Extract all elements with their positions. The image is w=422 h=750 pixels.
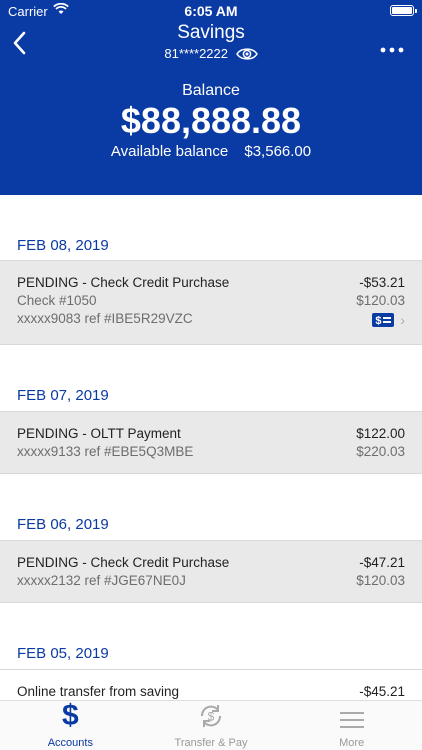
tab-more[interactable]: More bbox=[281, 701, 422, 750]
transaction-description: PENDING - Check Credit Purchase bbox=[17, 275, 230, 290]
transaction-description: PENDING - Check Credit Purchase bbox=[17, 555, 230, 570]
check-image-icon[interactable]: $ bbox=[372, 313, 395, 327]
transaction-row[interactable]: Online transfer from saving -$45.21 bbox=[0, 670, 422, 700]
date-header: FEB 05, 2019 bbox=[0, 603, 422, 670]
tab-label: Accounts bbox=[47, 737, 93, 749]
date-header: FEB 08, 2019 bbox=[0, 195, 422, 261]
transaction-amount: -$45.21 bbox=[359, 684, 405, 699]
eye-icon[interactable] bbox=[235, 46, 258, 65]
balance-amount: $88,888.88 bbox=[120, 100, 302, 141]
transaction-list[interactable]: FEB 08, 2019 PENDING - Check Credit Purc… bbox=[0, 195, 422, 700]
chevron-right-icon: › bbox=[400, 312, 405, 328]
available-balance-amount: $3,566.00 bbox=[244, 143, 312, 160]
transaction-row[interactable]: PENDING - Check Credit Purchase -$53.21 … bbox=[0, 261, 422, 345]
menu-icon bbox=[339, 712, 364, 728]
tab-label: Transfer & Pay bbox=[174, 737, 248, 749]
battery-icon bbox=[390, 5, 417, 16]
running-balance: $120.03 bbox=[356, 573, 405, 588]
available-balance: Available balance $3,566.00 bbox=[0, 143, 422, 160]
balance-label: Balance bbox=[182, 82, 240, 99]
tab-bar: $ Accounts $ Transfer & Pay More bbox=[0, 700, 422, 750]
transaction-reference: xxxxx2132 ref #JGE67NE0J bbox=[17, 573, 186, 588]
account-header: Carrier 6:05 AM Savings 81****2222 Balan… bbox=[0, 0, 422, 195]
transfer-icon: $ bbox=[200, 705, 222, 727]
status-time: 6:05 AM bbox=[184, 3, 238, 19]
transaction-amount: -$47.21 bbox=[359, 555, 405, 570]
running-balance: $120.03 bbox=[356, 293, 405, 308]
tab-transfer-pay[interactable]: $ Transfer & Pay bbox=[141, 701, 282, 750]
tab-label: More bbox=[339, 737, 365, 749]
check-number: Check #1050 bbox=[17, 293, 97, 308]
transaction-reference: xxxxx9133 ref #EBE5Q3MBE bbox=[17, 444, 194, 459]
transaction-reference: xxxxx9083 ref #IBE5R29VZC bbox=[17, 311, 193, 326]
page-title: Savings bbox=[177, 22, 245, 43]
transaction-description: PENDING - OLTT Payment bbox=[17, 426, 181, 441]
running-balance: $220.03 bbox=[356, 444, 405, 459]
status-bar: Carrier 6:05 AM bbox=[0, 0, 422, 22]
transaction-description: Online transfer from saving bbox=[17, 684, 180, 699]
date-header: FEB 07, 2019 bbox=[0, 345, 422, 412]
transaction-row[interactable]: PENDING - Check Credit Purchase -$47.21 … bbox=[0, 541, 422, 603]
date-header: FEB 06, 2019 bbox=[0, 474, 422, 541]
transaction-amount: -$53.21 bbox=[359, 275, 405, 290]
tab-accounts[interactable]: $ Accounts bbox=[0, 701, 141, 750]
svg-text:$: $ bbox=[208, 710, 215, 724]
transaction-row[interactable]: PENDING - OLTT Payment $122.00 xxxxx9133… bbox=[0, 412, 422, 474]
available-balance-label: Available balance bbox=[110, 143, 229, 160]
account-number-row: 81****2222 bbox=[0, 46, 422, 65]
transaction-amount: $122.00 bbox=[356, 426, 405, 441]
dollar-icon: $ bbox=[61, 699, 79, 732]
ellipsis-icon bbox=[380, 47, 404, 53]
account-number: 81****2222 bbox=[164, 46, 228, 61]
more-options-button[interactable] bbox=[380, 40, 404, 53]
